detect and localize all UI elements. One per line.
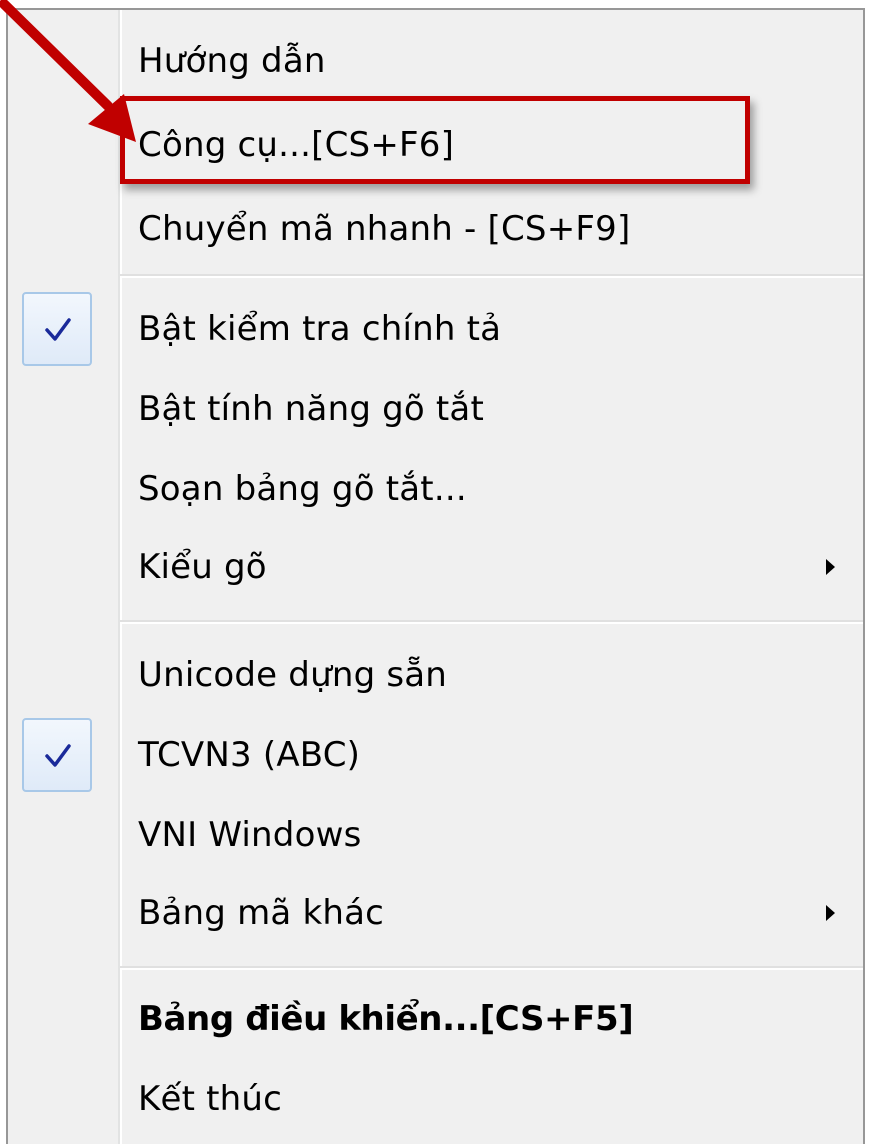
check-icon xyxy=(45,744,71,767)
menu-item-label: Chuyển mã nhanh - [CS+F9] xyxy=(138,209,631,249)
menu-item-label: VNI Windows xyxy=(138,815,362,855)
menu-item-label: Bảng điều khiển...[CS+F5] xyxy=(138,999,634,1039)
menu-item-chuyen-ma-nhanh[interactable]: Chuyển mã nhanh - [CS+F9] xyxy=(8,190,863,268)
menu-item-label: Soạn bảng gõ tắt... xyxy=(138,469,467,509)
menu-item-label: Bật kiểm tra chính tả xyxy=(138,309,502,349)
checked-indicator xyxy=(22,292,92,366)
menu-item-vni-windows[interactable]: VNI Windows xyxy=(8,796,863,874)
menu-item-label: Hướng dẫn xyxy=(138,41,326,81)
menu-item-label: Công cụ...[CS+F6] xyxy=(138,125,455,165)
menu-item-ket-thuc[interactable]: Kết thúc xyxy=(8,1060,863,1138)
menu-item-huong-dan[interactable]: Hướng dẫn xyxy=(8,22,863,100)
menu-separator xyxy=(120,966,863,970)
menu-item-soan-bang-go-tat[interactable]: Soạn bảng gõ tắt... xyxy=(8,450,863,528)
checked-indicator xyxy=(22,718,92,792)
menu-item-label: Kết thúc xyxy=(138,1079,283,1119)
submenu-arrow-icon xyxy=(826,559,835,575)
check-icon xyxy=(45,318,71,341)
menu-item-tcvn3[interactable]: TCVN3 (ABC) xyxy=(8,716,863,794)
menu-separator xyxy=(120,620,863,624)
menu-separator xyxy=(120,274,863,278)
menu-item-label: Bảng mã khác xyxy=(138,893,385,933)
menu-item-unicode-dung-san[interactable]: Unicode dựng sẵn xyxy=(8,636,863,714)
context-menu: Hướng dẫn Công cụ...[CS+F6] Chuyển mã nh… xyxy=(6,8,865,1144)
menu-item-label: Bật tính năng gõ tắt xyxy=(138,389,484,429)
submenu-arrow-icon xyxy=(826,905,835,921)
menu-item-bat-kiem-tra-chinh-ta[interactable]: Bật kiểm tra chính tả xyxy=(8,290,863,368)
menu-item-cong-cu[interactable]: Công cụ...[CS+F6] xyxy=(8,106,863,184)
menu-item-label: TCVN3 (ABC) xyxy=(138,735,361,775)
menu-item-bat-tinh-nang-go-tat[interactable]: Bật tính năng gõ tắt xyxy=(8,370,863,448)
menu-item-bang-ma-khac[interactable]: Bảng mã khác xyxy=(8,874,863,952)
menu-item-label: Unicode dựng sẵn xyxy=(138,655,448,695)
menu-item-bang-dieu-khien[interactable]: Bảng điều khiển...[CS+F5] xyxy=(8,980,863,1058)
menu-item-label: Kiểu gõ xyxy=(138,547,267,587)
menu-item-kieu-go[interactable]: Kiểu gõ xyxy=(8,528,863,606)
